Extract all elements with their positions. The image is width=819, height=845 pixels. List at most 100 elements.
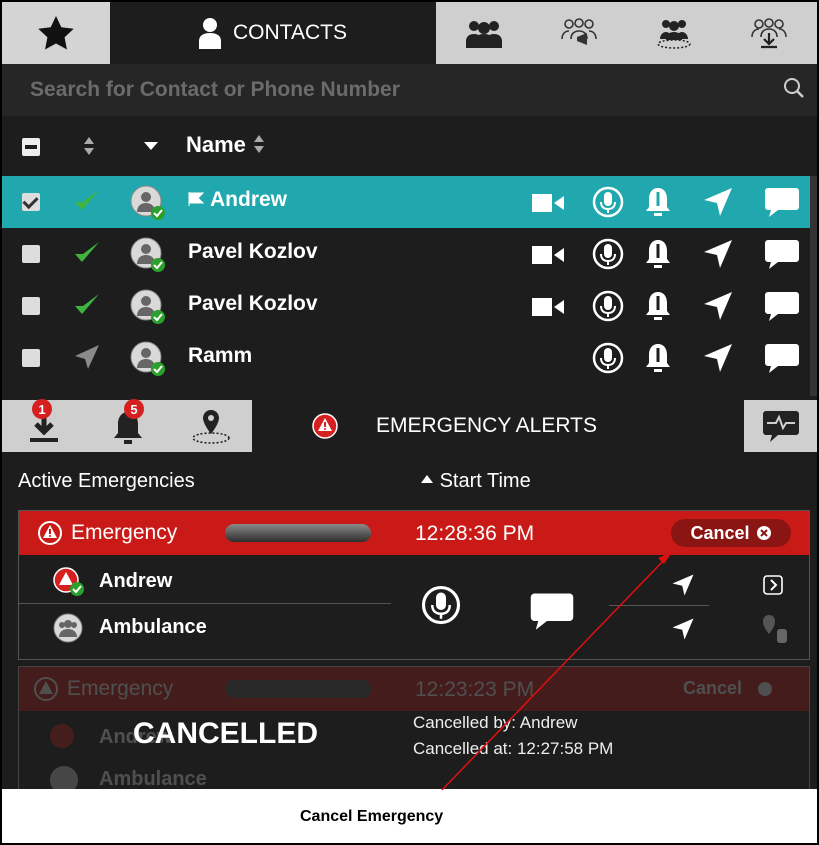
sort-status-icon[interactable]: [82, 135, 96, 157]
participant-row[interactable]: Ambulance: [19, 605, 391, 649]
alert-bell-icon[interactable]: [642, 290, 674, 322]
avatar[interactable]: [130, 237, 166, 273]
alert-count-badge: 1: [32, 399, 52, 419]
tab-status-messages[interactable]: [744, 400, 817, 452]
ptt-microphone-icon[interactable]: [592, 290, 624, 322]
tab-broadcast-groups[interactable]: [531, 2, 626, 64]
contact-name: Ramm: [188, 344, 253, 367]
person-icon: [199, 18, 222, 49]
tab-emergency-alerts-label: EMERGENCY ALERTS: [376, 414, 597, 437]
bell-count-badge: 5: [124, 399, 144, 419]
message-bubble-icon[interactable]: [529, 591, 575, 631]
location-arrow-icon[interactable]: [702, 290, 734, 322]
search-placeholder: Search for Contact or Phone Number: [30, 78, 400, 101]
start-time-label: Start Time: [439, 470, 531, 492]
message-bubble-icon[interactable]: [764, 290, 800, 322]
group-avatar-icon: [50, 766, 78, 789]
row-checkbox[interactable]: [22, 349, 40, 367]
tab-alert-inbox[interactable]: 1: [2, 399, 86, 452]
message-bubble-icon[interactable]: [764, 186, 800, 218]
group-download-icon: [750, 18, 787, 49]
online-check-icon: [75, 190, 99, 210]
contact-name: Pavel Kozlov: [188, 292, 318, 315]
contact-row[interactable]: Pavel Kozlov: [2, 228, 817, 280]
participant-row: Ambulance: [19, 759, 391, 789]
alert-bell-icon[interactable]: [642, 186, 674, 218]
contact-row[interactable]: Andrew: [2, 176, 817, 228]
emergency-bar[interactable]: Emergency 12:28:36 PM Cancel: [19, 511, 809, 555]
avatar[interactable]: [130, 341, 166, 377]
contact-row[interactable]: Pavel Kozlov: [2, 280, 817, 332]
location-arrow-icon[interactable]: [702, 186, 734, 218]
cancelled-by: Cancelled by: Andrew: [413, 713, 578, 732]
emergency-user-icon: [50, 724, 74, 748]
geofence-pin-icon: [192, 410, 230, 444]
locate-user-icon[interactable]: [757, 613, 787, 649]
cancelled-emergency-card: Emergency 12:23:23 PM Cancel Andrew Ambu…: [18, 666, 810, 789]
alert-bell-icon[interactable]: [642, 238, 674, 270]
tab-emergency-alerts[interactable]: EMERGENCY ALERTS: [252, 400, 744, 452]
location-arrow-icon[interactable]: [702, 342, 734, 374]
start-time-header[interactable]: Start Time: [420, 470, 531, 493]
search-icon[interactable]: [783, 77, 805, 99]
ptt-microphone-icon[interactable]: [592, 186, 624, 218]
video-call-icon[interactable]: [532, 192, 566, 214]
name-column-header[interactable]: Name: [186, 132, 266, 158]
row-checkbox[interactable]: [22, 297, 40, 315]
message-bubble-icon[interactable]: [764, 342, 800, 374]
divider: [609, 605, 709, 606]
tab-geofence[interactable]: [170, 400, 252, 452]
message-bubble-icon[interactable]: [764, 238, 800, 270]
name-header-label: Name: [186, 132, 246, 157]
participant-name: Ambulance: [99, 616, 207, 638]
tab-dynamic-groups[interactable]: [626, 2, 721, 64]
emergency-start-time: 12:28:36 PM: [415, 522, 535, 545]
chevron-right-icon[interactable]: [763, 575, 783, 595]
video-call-icon[interactable]: [532, 296, 566, 318]
cancelled-emergency-bar: Emergency 12:23:23 PM Cancel: [19, 667, 809, 711]
tab-bell-alerts[interactable]: 5: [86, 399, 170, 452]
top-tab-bar: CONTACTS: [2, 2, 817, 64]
contact-search[interactable]: Search for Contact or Phone Number: [2, 64, 817, 116]
tab-group-downloads[interactable]: [721, 2, 816, 64]
ptt-microphone-icon[interactable]: [592, 342, 624, 374]
location-arrow-icon[interactable]: [671, 573, 695, 597]
cancel-emergency-button[interactable]: Cancel: [671, 519, 791, 547]
select-all-checkbox[interactable]: [22, 138, 40, 156]
row-checkbox[interactable]: [22, 193, 40, 211]
contact-row[interactable]: Ramm: [2, 332, 817, 384]
ptt-microphone-icon[interactable]: [421, 585, 461, 625]
location-arrow-icon[interactable]: [702, 238, 734, 270]
contact-actions: [532, 238, 812, 272]
tab-favorites[interactable]: [2, 2, 110, 64]
ptt-microphone-icon[interactable]: [592, 238, 624, 270]
tab-contacts[interactable]: CONTACTS: [110, 2, 436, 64]
contact-name: Andrew: [210, 188, 288, 211]
contact-actions: [532, 186, 812, 220]
group-icon: [465, 21, 502, 48]
emergency-list-header: Active Emergencies Start Time: [2, 452, 817, 508]
emergency-label: Emergency: [71, 521, 178, 544]
offline-arrow-icon: [75, 345, 99, 369]
heartbeat-bubble-icon: [762, 411, 799, 442]
contact-list-scrollbar[interactable]: [810, 176, 817, 396]
emergency-warning-icon: [38, 521, 62, 545]
broadcast-group-icon: [560, 18, 597, 45]
chevron-down-icon[interactable]: [142, 138, 160, 152]
location-arrow-icon[interactable]: [671, 617, 695, 641]
avatar[interactable]: [130, 185, 166, 221]
sort-name-icon: [254, 135, 265, 153]
participant-row[interactable]: Andrew: [19, 559, 391, 604]
cancelled-at: Cancelled at: 12:27:58 PM: [413, 739, 614, 758]
contact-list-header: Name: [2, 116, 817, 176]
avatar[interactable]: [130, 289, 166, 325]
emergency-label: Emergency: [67, 677, 174, 700]
video-call-icon[interactable]: [532, 244, 566, 266]
tab-groups[interactable]: [436, 2, 531, 64]
alert-bell-icon[interactable]: [642, 342, 674, 374]
emergency-warning-icon: [34, 677, 58, 701]
dynamic-group-icon: [656, 20, 691, 49]
bottom-tab-bar: 1 5 EMERGENCY ALERTS: [2, 399, 817, 452]
active-emergencies-header: Active Emergencies: [18, 470, 195, 492]
row-checkbox[interactable]: [22, 245, 40, 263]
